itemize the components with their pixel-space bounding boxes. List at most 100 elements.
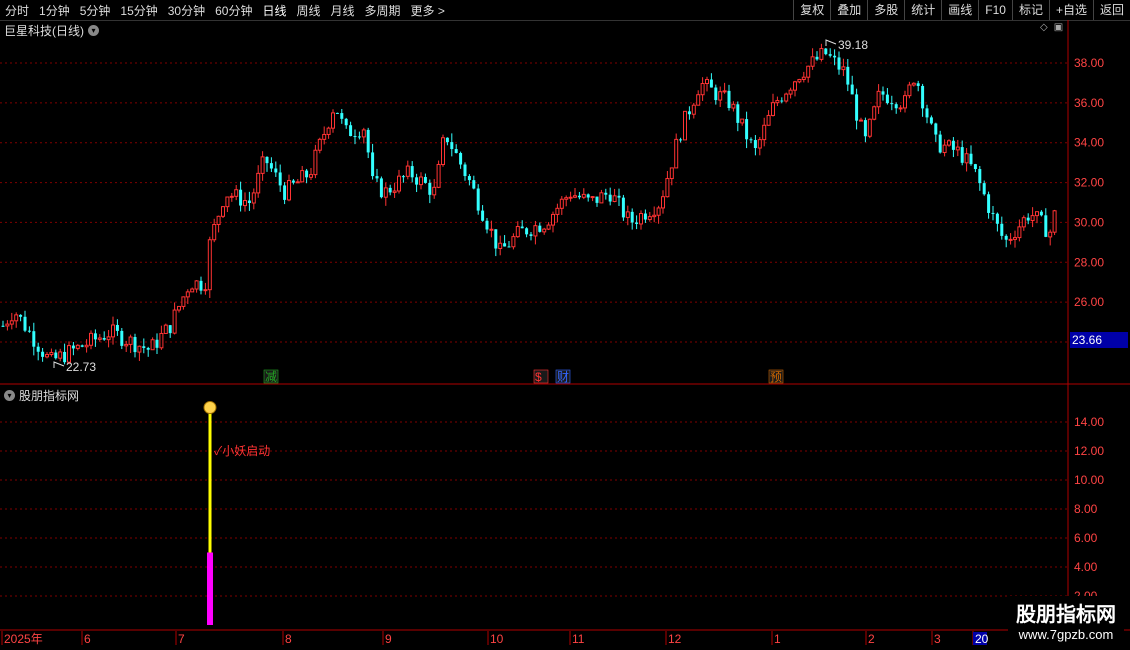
- candle-body: [221, 206, 225, 217]
- candle-body: [687, 111, 691, 115]
- candle-body: [1, 325, 5, 327]
- candle-body: [225, 196, 230, 208]
- candle-body: [846, 66, 850, 85]
- money-bag-icon: [203, 401, 217, 414]
- candle-body: [973, 164, 977, 170]
- sub-tick-label: 12.00: [1074, 444, 1104, 458]
- price-tick-label: 34.00: [1074, 136, 1104, 150]
- price-tick-label: 36.00: [1074, 96, 1104, 110]
- candle-body: [54, 352, 58, 359]
- candle-body: [476, 188, 480, 211]
- candle-body: [705, 79, 709, 85]
- candle-body: [45, 354, 49, 358]
- candle-body: [159, 332, 164, 349]
- candle-body: [392, 190, 397, 193]
- candle-body: [850, 84, 854, 95]
- candle-body: [450, 142, 454, 150]
- candle-body: [630, 211, 634, 223]
- candle-body: [177, 305, 181, 311]
- date-label: 2: [868, 632, 875, 646]
- price-tick-label: 30.00: [1074, 215, 1104, 229]
- sub-tick-label: 8.00: [1074, 502, 1098, 516]
- candle-body: [1044, 215, 1048, 237]
- candle-body: [415, 177, 419, 185]
- high-price-label: 39.18: [838, 38, 868, 52]
- candle-body: [828, 54, 832, 56]
- sub-tick-label: 4.00: [1074, 560, 1098, 574]
- candle-body: [929, 117, 933, 124]
- candle-body: [1004, 235, 1008, 240]
- candle-body: [533, 225, 538, 237]
- candle-body: [146, 347, 150, 350]
- candle-body: [102, 338, 106, 340]
- candle-body: [1026, 217, 1030, 221]
- candle-body: [867, 118, 872, 137]
- candle-body: [656, 207, 661, 216]
- candle-body: [727, 90, 731, 109]
- candle-body: [938, 134, 942, 153]
- candle-body: [529, 234, 533, 236]
- candle-body: [1052, 210, 1057, 233]
- candle-body: [287, 180, 291, 201]
- candle-body: [194, 280, 199, 290]
- candle-body: [19, 314, 23, 317]
- candle-body: [617, 195, 621, 198]
- candle-body: [995, 213, 999, 224]
- candle-body: [155, 339, 159, 348]
- candle-body: [801, 76, 806, 80]
- candle-body: [797, 78, 802, 83]
- candle-body: [766, 114, 771, 126]
- candle-body: [185, 291, 190, 298]
- price-tick-label: 38.00: [1074, 56, 1104, 70]
- signal-text: ✓小妖启动: [214, 444, 270, 458]
- event-marker-forecast: 预: [770, 370, 782, 384]
- candle-body: [837, 57, 841, 70]
- candle-body: [546, 224, 551, 230]
- candle-body: [1008, 238, 1013, 241]
- candle-body: [295, 181, 300, 184]
- date-label: 1: [774, 632, 781, 646]
- candle-body: [150, 339, 155, 351]
- candle-body: [331, 112, 335, 129]
- candle-body: [806, 65, 811, 78]
- candle-body: [621, 197, 625, 218]
- candle-body: [749, 139, 753, 141]
- price-tick-label: 28.00: [1074, 255, 1104, 269]
- candle-body: [788, 89, 793, 95]
- candle-body: [643, 213, 647, 220]
- candle-body: [881, 91, 885, 95]
- candle-body: [49, 352, 54, 356]
- candle-body: [925, 108, 929, 118]
- candle-body: [568, 196, 573, 199]
- candle-body: [520, 226, 524, 229]
- event-marker-reduce: 减: [265, 370, 277, 384]
- candle-body: [916, 83, 920, 86]
- date-label: 11: [572, 632, 585, 646]
- candle-body: [243, 200, 247, 207]
- candle-body: [322, 133, 327, 140]
- candle-body: [163, 324, 168, 334]
- candle-body: [142, 346, 146, 348]
- candle-body: [353, 136, 357, 138]
- candle-body: [344, 118, 348, 126]
- candle-body: [815, 56, 819, 60]
- candle-body: [120, 330, 124, 346]
- candle-body: [291, 180, 295, 183]
- candle-body: [207, 239, 212, 291]
- candle-body: [921, 85, 925, 109]
- candle-body: [890, 103, 894, 105]
- candle-body: [115, 324, 119, 331]
- candle-body: [639, 213, 643, 225]
- kline-chart[interactable]: 38.0036.0034.0032.0030.0028.0026.0024.00…: [0, 0, 1130, 650]
- candle-body: [700, 83, 705, 96]
- candle-body: [366, 129, 370, 153]
- candle-body: [691, 104, 696, 115]
- candle-body: [9, 320, 14, 325]
- candle-body: [573, 195, 577, 198]
- candle-body: [740, 118, 745, 124]
- candle-body: [375, 176, 379, 179]
- candle-body: [964, 153, 969, 164]
- candle-body: [128, 336, 133, 345]
- candle-body: [991, 212, 995, 214]
- candle-body: [181, 296, 186, 307]
